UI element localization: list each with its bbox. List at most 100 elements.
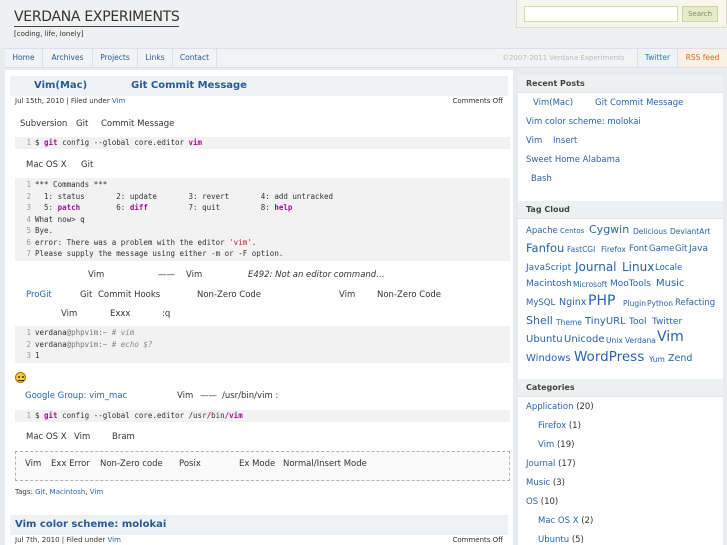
post-title-link[interactable]: Vim(Mac) <box>34 80 87 91</box>
tag-yum[interactable]: Yum <box>649 355 665 364</box>
recent-post-3b[interactable]: Insert <box>553 136 577 146</box>
code-block-1: 1 $ git config --global core.editor vim <box>15 137 510 149</box>
site-title[interactable]: VERDANA EXPERIMENTS <box>14 9 180 27</box>
tag-unix[interactable]: Unix <box>606 336 623 345</box>
link-progit[interactable]: ProGit <box>26 290 52 300</box>
tag-ubuntu[interactable]: Ubuntu <box>526 334 563 345</box>
recent-post-3a[interactable]: Vim <box>526 136 542 146</box>
category-music[interactable]: Music (3) <box>526 478 565 488</box>
nav-contact[interactable]: Contact <box>173 49 217 67</box>
code-block-4: 1 $ git config --global core.editor /usr/… <box>15 410 510 422</box>
tag-firefox[interactable]: Firefox <box>601 245 626 254</box>
tag-deviantart[interactable]: DeviantArt <box>670 227 710 236</box>
text-dash-a: —— <box>158 270 175 280</box>
tag-macintosh[interactable]: Macintosh <box>526 279 572 289</box>
post-title-sub[interactable]: Git Commit Message <box>131 80 247 91</box>
tag-tinyurl[interactable]: TinyURL <box>585 316 626 327</box>
tag-cygwin[interactable]: Cygwin <box>589 223 629 236</box>
tag-python[interactable]: Python <box>647 299 673 308</box>
tag-java[interactable]: Java <box>689 244 708 254</box>
post-category-link[interactable]: Vim <box>112 97 125 105</box>
recent-post-1a[interactable]: Vim(Mac) <box>533 98 573 108</box>
post2-comments[interactable]: Comments Off <box>452 536 503 544</box>
box-vim: Vim <box>25 459 42 469</box>
nav-home[interactable]: Home <box>5 49 43 67</box>
text-git-2: Git <box>81 160 94 170</box>
tag-nginx[interactable]: Nginx <box>559 297 586 308</box>
nav-rss-feed[interactable]: RSS feed <box>677 49 727 67</box>
link-google-group[interactable]: Google Group: vim_mac <box>25 391 127 401</box>
recent-post-1b[interactable]: Git Commit Message <box>595 98 683 108</box>
tag-theme[interactable]: Theme <box>556 318 582 327</box>
post-date: Jul 15th, 2010 | Filed under <box>15 97 110 105</box>
tag-windows[interactable]: Windows <box>526 353 571 364</box>
nav-archives[interactable]: Archives <box>43 49 93 67</box>
tag-centos[interactable]: Centos <box>560 227 584 235</box>
category-macosx[interactable]: Mac OS X (2) <box>538 516 593 526</box>
code-block-2: 1 *** Commands *** 2 1: status 2: update … <box>15 178 510 261</box>
tag-vim[interactable]: Vim <box>90 488 103 496</box>
text-vim-e: Vim <box>177 391 194 401</box>
tag-music[interactable]: Music <box>656 278 684 289</box>
nav-links[interactable]: Links <box>138 49 173 67</box>
text-vim-f: Vim <box>74 432 91 442</box>
tag-vim[interactable]: Vim <box>657 329 684 345</box>
post2-title-bar: Vim color scheme: molokai <box>10 515 508 535</box>
post-comments[interactable]: Comments Off <box>452 97 503 105</box>
post2-title-link[interactable]: Vim color scheme: molokai <box>15 519 166 530</box>
category-firefox[interactable]: Firefox (1) <box>538 421 581 431</box>
recent-post-5[interactable]: Bash <box>531 174 552 184</box>
tag-wordpress[interactable]: WordPress <box>574 349 644 365</box>
tag-locale[interactable]: Locale <box>655 263 682 273</box>
box-posix: Posix <box>179 459 201 469</box>
post2-category-link[interactable]: Vim <box>108 536 121 544</box>
tag-game[interactable]: Game <box>649 244 674 254</box>
box-nonzero: Non-Zero code <box>100 459 163 469</box>
tag-journal[interactable]: Journal <box>575 260 617 274</box>
tag-mootools[interactable]: MooTools <box>610 279 651 289</box>
category-ubuntu[interactable]: Ubuntu (5) <box>538 535 584 545</box>
tag-linux[interactable]: Linux <box>622 260 654 274</box>
recent-post-4[interactable]: Sweet Home Alabama <box>526 155 620 165</box>
categories-widget: Categories Application (20) Firefox (1) … <box>518 379 723 545</box>
text-vim-a: Vim <box>88 270 105 280</box>
code-block-3: 1 verdana@phpvim:~ # vim 2 verdana@phpvim:… <box>15 326 510 363</box>
text-commit-hooks: Commit Hooks <box>98 290 161 300</box>
tag-unicode[interactable]: Unicode <box>564 334 605 345</box>
text-macosx-2: Mac OS X <box>26 432 67 442</box>
tag-delicious[interactable]: Delicious <box>633 227 667 236</box>
tag-twitter[interactable]: Twitter <box>652 317 682 327</box>
search-input[interactable] <box>524 6 678 22</box>
tag-git[interactable]: Git <box>35 488 45 496</box>
nav-twitter[interactable]: Twitter <box>637 49 677 67</box>
tag-tool[interactable]: Tool <box>629 317 646 327</box>
recent-post-2[interactable]: Vim color scheme: molokai <box>526 117 641 127</box>
tag-macintosh[interactable]: Macintosh <box>50 488 86 496</box>
tag-fanfou[interactable]: Fanfou <box>526 241 564 255</box>
category-vim[interactable]: Vim (19) <box>538 440 574 450</box>
tag-fastcgi[interactable]: FastCGI <box>567 245 595 254</box>
tag-plugin[interactable]: Plugin <box>623 299 646 308</box>
nav-projects[interactable]: Projects <box>93 49 138 67</box>
copyright-text: ©2007-2011 Verdana Experiments <box>502 54 625 62</box>
tag-mysql[interactable]: MySQL <box>526 298 555 308</box>
tag-git[interactable]: Git <box>675 244 687 254</box>
tag-verdana[interactable]: Verdana <box>625 336 656 345</box>
tag-microsoft[interactable]: Microsoft <box>573 280 607 289</box>
category-os[interactable]: OS (10) <box>526 497 558 507</box>
category-application[interactable]: Application (20) <box>526 402 594 412</box>
tag-shell[interactable]: Shell <box>526 314 553 327</box>
tag-javascript[interactable]: JavaScript <box>526 263 571 273</box>
tag-apache[interactable]: Apache <box>526 226 558 236</box>
tag-zend[interactable]: Zend <box>668 353 692 364</box>
category-journal[interactable]: Journal (17) <box>526 459 576 469</box>
tag-php[interactable]: PHP <box>588 293 615 309</box>
note-box: Vim Exx Error Non-Zero code Posix Ex Mod… <box>15 451 510 481</box>
text-vim-b: Vim <box>186 270 203 280</box>
tag-refacting[interactable]: Refacting <box>675 298 715 308</box>
text-vim-d: Vim <box>61 309 78 319</box>
search-button[interactable]: Search <box>682 6 718 22</box>
text-git-3: Git <box>80 290 93 300</box>
box-normal-insert: Normal/Insert Mode <box>283 459 367 469</box>
tag-font[interactable]: Font <box>629 244 648 254</box>
